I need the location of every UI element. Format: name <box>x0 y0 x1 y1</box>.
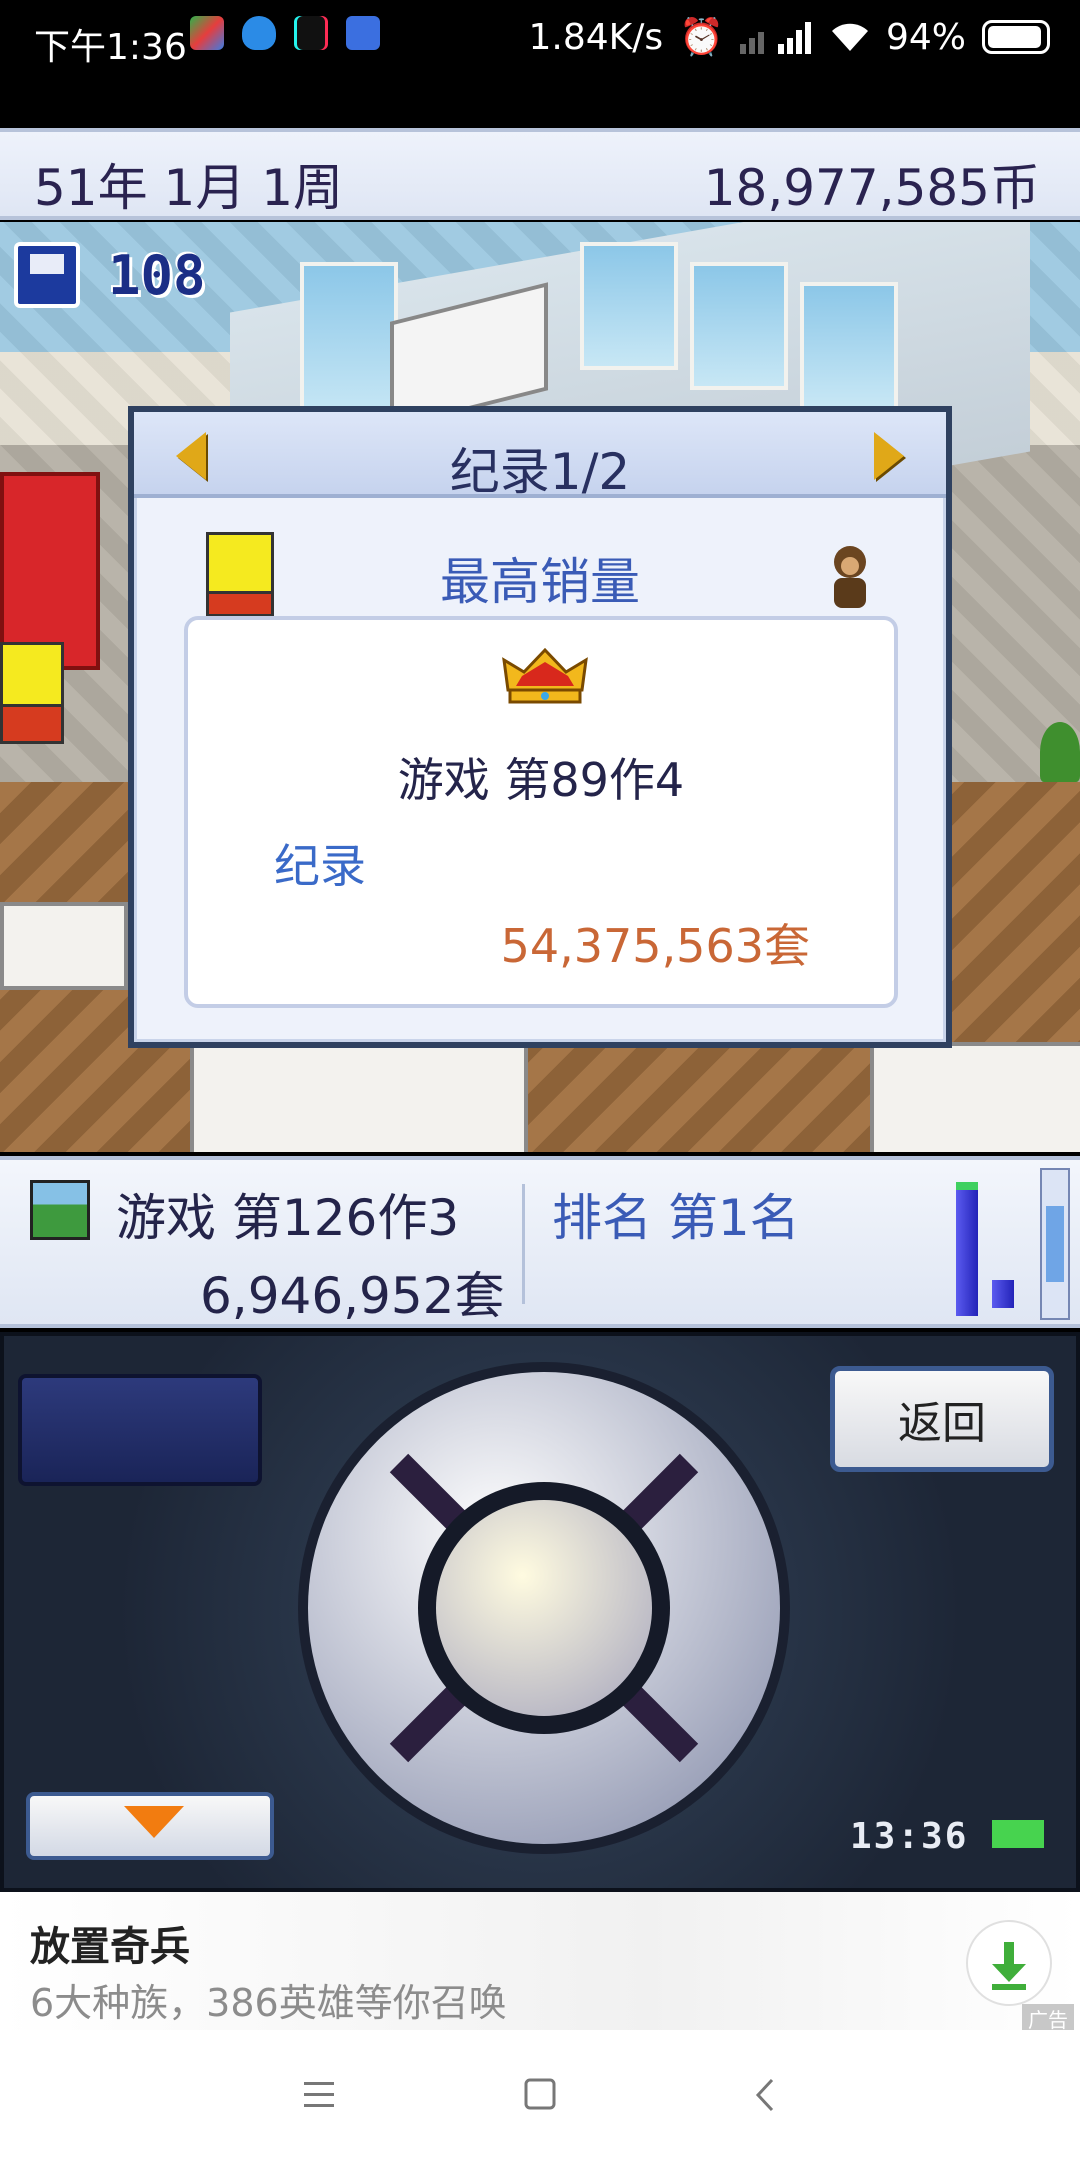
office-window <box>580 242 678 370</box>
app-icon <box>346 16 380 50</box>
plant <box>1040 722 1080 782</box>
dialog-title: 纪录1/2 <box>449 443 631 501</box>
game-info-strip: 游戏 第126作3 6,946,952套 排名 第1名 <box>0 1156 1080 1328</box>
signal-icon <box>739 22 811 54</box>
sales-bar-1 <box>956 1182 978 1316</box>
ad-banner[interactable]: 放置奇兵 6大种族，386英雄等你召唤 广告 <box>0 1892 1080 2033</box>
strip-divider <box>522 1184 525 1304</box>
back-icon[interactable] <box>736 2070 796 2120</box>
download-icon <box>992 1942 1026 1990</box>
next-arrow-icon[interactable] <box>874 432 904 480</box>
top-info-bar: 51年 1月 1周 18,977,585币 <box>0 128 1080 220</box>
record-game-name: 游戏 第89作4 <box>397 753 685 807</box>
menu-icon[interactable] <box>288 2070 348 2120</box>
kairobot-character <box>0 642 64 708</box>
sales-bar-2 <box>992 1280 1014 1308</box>
office-window <box>690 262 788 390</box>
menu-button[interactable] <box>18 1374 262 1486</box>
back-button[interactable]: 返回 <box>830 1366 1054 1472</box>
save-count: 108 <box>108 244 206 307</box>
strip-scrollbar[interactable] <box>1040 1168 1070 1320</box>
qq-icon <box>242 16 276 50</box>
notification-app-icon <box>190 16 224 50</box>
status-time: 下午1:36 <box>34 27 187 68</box>
record-label: 纪录 <box>274 839 366 893</box>
dpad[interactable] <box>294 1358 794 1858</box>
current-game-name: 游戏 第126作3 <box>116 1189 460 1247</box>
virtual-controller: 返回 13:36 <box>0 1332 1080 1892</box>
status-app-icons <box>190 16 380 50</box>
home-icon[interactable] <box>510 2070 570 2120</box>
device-battery-icon <box>992 1820 1044 1848</box>
scrollbar-thumb[interactable] <box>1046 1206 1064 1282</box>
battery-percent: 94% <box>885 16 966 58</box>
status-right: 1.84K/s ⏰ 94% <box>528 16 1050 58</box>
game-date: 51年 1月 1周 <box>34 159 344 217</box>
system-nav-bar <box>0 2030 1080 2160</box>
office-window <box>800 282 898 410</box>
ad-title: 放置奇兵 <box>30 1924 190 1970</box>
game-rank: 排名 第1名 <box>552 1189 800 1247</box>
ad-description: 6大种族，386英雄等你召唤 <box>30 1981 507 2025</box>
game-cover-icon <box>30 1180 90 1240</box>
current-game-sales: 6,946,952套 <box>200 1267 505 1325</box>
download-button[interactable] <box>966 1920 1052 2006</box>
tiktok-icon <box>294 16 328 50</box>
bookshelf <box>870 1042 1080 1152</box>
wifi-icon <box>831 23 868 51</box>
office-window <box>300 262 398 420</box>
ad-tag: 广告 <box>1022 2004 1074 2033</box>
save-disk-icon <box>14 242 80 308</box>
record-card: 游戏 第89作4 纪录 54,375,563套 <box>184 616 898 1008</box>
dialog-header: 纪录1/2 <box>134 412 946 501</box>
record-dialog: 纪录1/2 最高销量 游戏 第89作4 纪录 54,375,563套 <box>128 406 952 1048</box>
down-arrow-icon <box>124 1806 184 1838</box>
product-shelf <box>0 902 128 990</box>
office-desk <box>190 1042 528 1152</box>
monkey-icon <box>834 546 866 608</box>
network-speed: 1.84K/s <box>528 16 664 58</box>
vending-machine <box>0 472 100 670</box>
device-clock: 13:36 <box>850 1816 969 1857</box>
kairobot-body <box>0 704 64 744</box>
alarm-icon: ⏰ <box>679 17 724 58</box>
record-category: 最高销量 <box>440 553 640 611</box>
battery-icon <box>982 20 1050 54</box>
record-value: 54,375,563套 <box>500 919 810 973</box>
crown-icon <box>502 647 588 704</box>
scroll-down-button[interactable] <box>26 1792 274 1860</box>
status-bar: 下午1:36 1.84K/s ⏰ 94% <box>0 0 1080 84</box>
money-amount: 18,977,585币 <box>703 159 1040 217</box>
